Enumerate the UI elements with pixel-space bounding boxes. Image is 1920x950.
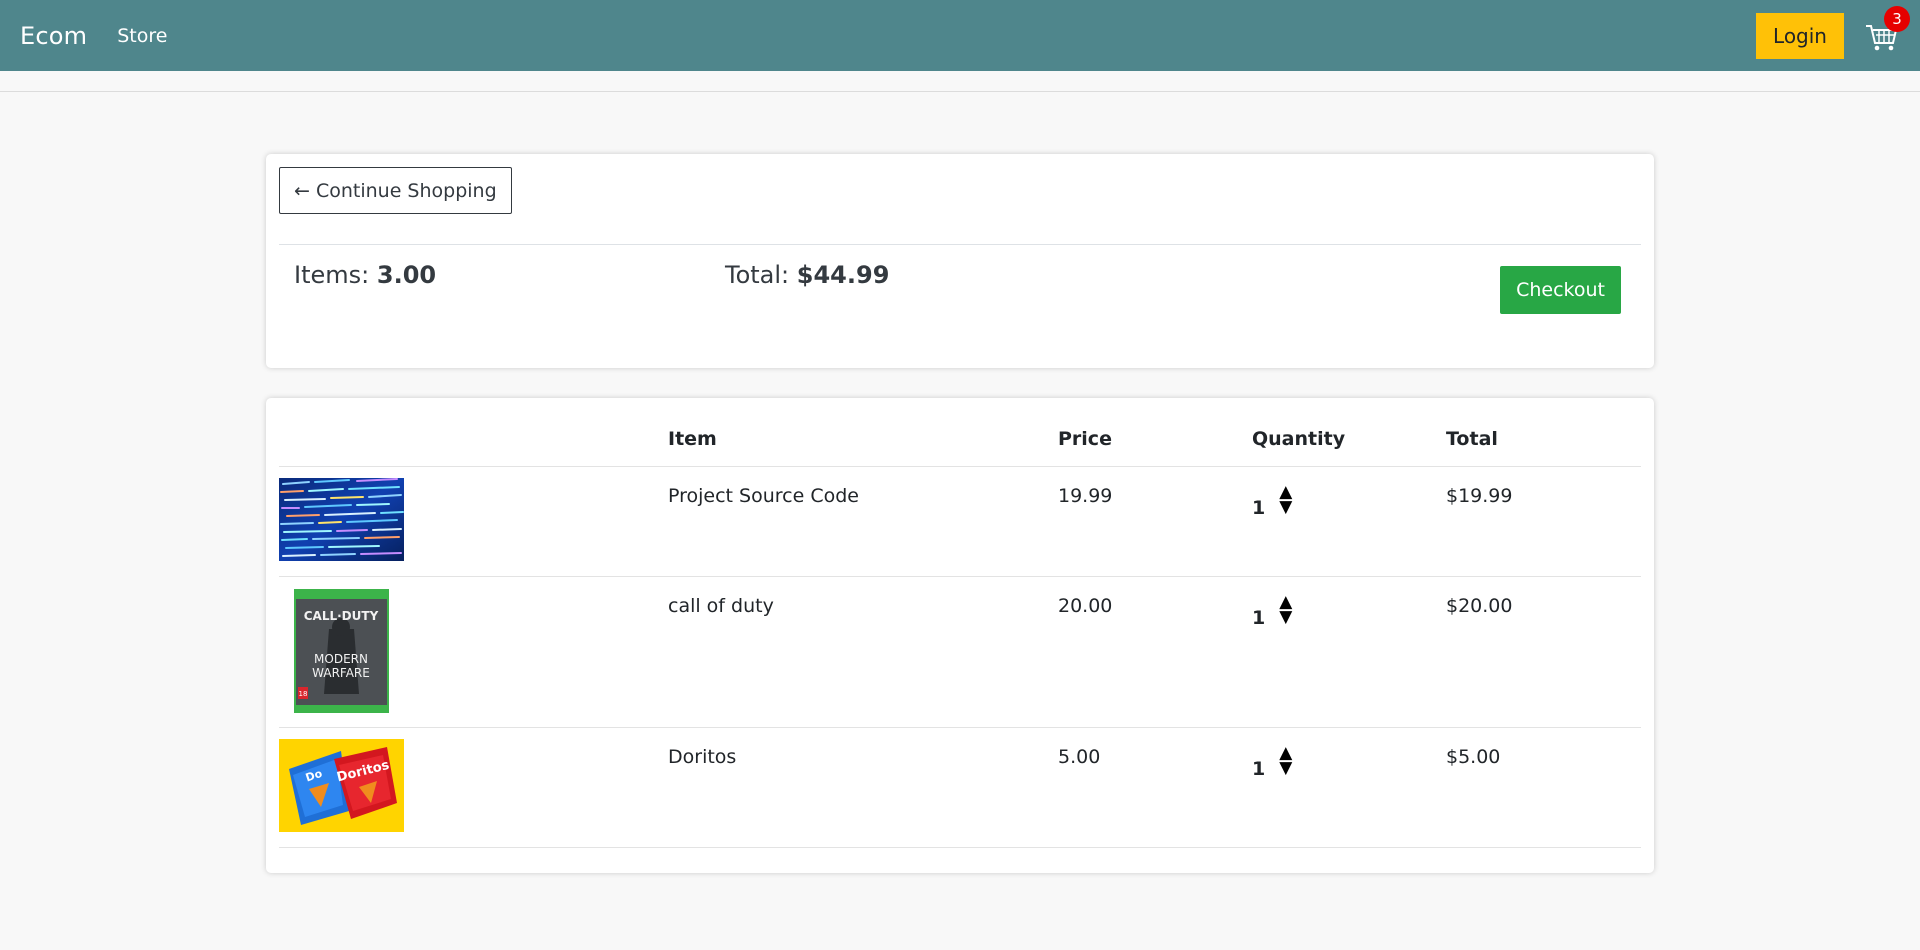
quantity-stepper: ▲ ▼ bbox=[1279, 594, 1292, 626]
items-count: Items: 3.00 bbox=[294, 261, 436, 289]
nav-right: Login 3 bbox=[1756, 5, 1910, 59]
nav-divider bbox=[0, 71, 1920, 92]
header-item: Item bbox=[668, 427, 717, 450]
row-price: 20.00 bbox=[1058, 595, 1113, 617]
table-row: Doritos Do Doritos 5.00 1 ▲ ▼ $5.00 bbox=[279, 728, 1641, 848]
brand-logo[interactable]: Ecom bbox=[20, 22, 87, 50]
row-price: 19.99 bbox=[1058, 485, 1113, 507]
doritos-bags-image: Doritos Do bbox=[279, 739, 404, 832]
row-image-cell: Doritos Do bbox=[279, 728, 668, 847]
items-value: 3.00 bbox=[376, 261, 437, 289]
svg-text:WARFARE: WARFARE bbox=[312, 666, 370, 680]
arrow-down-icon[interactable]: ▼ bbox=[1279, 609, 1292, 626]
cart-total: Total: $44.99 bbox=[725, 261, 889, 289]
row-quantity-cell: 1 ▲ ▼ bbox=[1252, 728, 1446, 847]
quantity-stepper: ▲ ▼ bbox=[1279, 484, 1292, 516]
row-quantity-cell: 1 ▲ ▼ bbox=[1252, 467, 1446, 576]
row-image-cell bbox=[279, 467, 668, 576]
cart-page: ← Continue Shopping Items: 3.00 Total: $… bbox=[266, 92, 1654, 873]
row-item-name: Doritos bbox=[668, 746, 737, 768]
svg-text:18: 18 bbox=[299, 690, 308, 698]
row-total: $20.00 bbox=[1446, 595, 1513, 617]
top-navbar: Ecom Store Login 3 bbox=[0, 0, 1920, 71]
total-label: Total: bbox=[725, 261, 790, 289]
svg-text:MODERN: MODERN bbox=[314, 652, 368, 666]
header-total: Total bbox=[1446, 427, 1498, 450]
row-quantity: 1 bbox=[1252, 497, 1266, 519]
continue-shopping-button[interactable]: ← Continue Shopping bbox=[279, 167, 512, 214]
row-quantity-cell: 1 ▲ ▼ bbox=[1252, 577, 1446, 727]
table-header: Item Price Quantity Total bbox=[279, 411, 1641, 467]
row-item-name: Project Source Code bbox=[668, 485, 859, 507]
row-price: 5.00 bbox=[1058, 746, 1101, 768]
checkout-button[interactable]: Checkout bbox=[1500, 266, 1621, 314]
total-value: $44.99 bbox=[796, 261, 890, 289]
row-total: $19.99 bbox=[1446, 485, 1513, 507]
svg-text:CALL·DUTY: CALL·DUTY bbox=[304, 609, 379, 623]
table-row: Project Source Code 19.99 1 ▲ ▼ $19.99 bbox=[279, 467, 1641, 577]
arrow-down-icon[interactable]: ▼ bbox=[1279, 499, 1292, 516]
cart-items-box: Item Price Quantity Total Project Source… bbox=[266, 398, 1654, 873]
row-total: $5.00 bbox=[1446, 746, 1501, 768]
row-item-name: call of duty bbox=[668, 595, 774, 617]
header-price: Price bbox=[1058, 427, 1112, 450]
cart-button[interactable]: 3 bbox=[1864, 5, 1910, 54]
code-screenshot-image bbox=[279, 478, 404, 561]
cart-count-badge: 3 bbox=[1884, 5, 1910, 32]
summary-row: Items: 3.00 Total: $44.99 Checkout bbox=[279, 245, 1641, 335]
quantity-stepper: ▲ ▼ bbox=[1279, 745, 1292, 777]
store-link[interactable]: Store bbox=[117, 25, 167, 47]
items-label: Items: bbox=[294, 261, 370, 289]
table-row: CALL·DUTY MODERN WARFARE 18 call of duty… bbox=[279, 577, 1641, 728]
header-quantity: Quantity bbox=[1252, 427, 1346, 450]
arrow-down-icon[interactable]: ▼ bbox=[1279, 760, 1292, 777]
row-quantity: 1 bbox=[1252, 607, 1266, 629]
call-of-duty-cover-image: CALL·DUTY MODERN WARFARE 18 bbox=[294, 589, 389, 713]
cart-summary-box: ← Continue Shopping Items: 3.00 Total: $… bbox=[266, 154, 1654, 368]
row-quantity: 1 bbox=[1252, 758, 1266, 780]
login-button[interactable]: Login bbox=[1756, 12, 1844, 59]
row-image-cell: CALL·DUTY MODERN WARFARE 18 bbox=[279, 577, 668, 727]
